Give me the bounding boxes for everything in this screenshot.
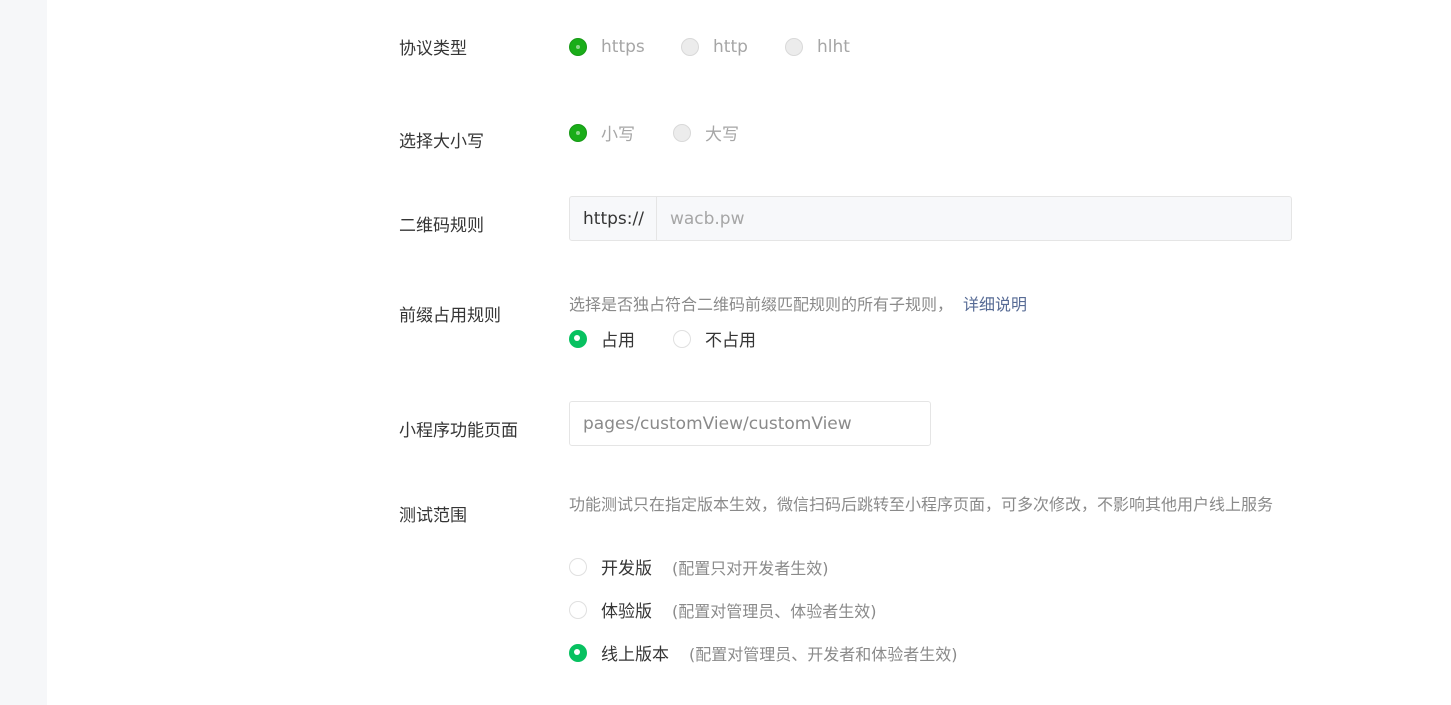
prefix-radio-occupy[interactable]: 占用 [569,326,635,351]
radio-unchecked-icon [681,38,699,56]
protocol-radio-https[interactable]: https [569,37,645,57]
scope-option-note: (配置只对开发者生效) [672,558,829,578]
radio-unchecked-icon [569,557,587,576]
case-radio-lowercase[interactable]: 小写 [569,120,635,145]
miniprogram-page-label: 小程序功能页面 [399,421,518,441]
radio-unchecked-icon [785,38,803,56]
prefix-option-label: 不占用 [705,331,756,351]
prefix-option-label: 占用 [601,331,635,351]
test-scope-description: 功能测试只在指定版本生效，微信扫码后跳转至小程序页面，可多次修改，不影响其他用户… [569,495,1274,514]
scope-option-label: 线上版本 [601,645,669,665]
miniprogram-page-input[interactable]: pages/customView/customView [569,401,931,446]
radio-unchecked-icon [673,123,691,142]
scope-radio-release[interactable]: 线上版本 (配置对管理员、开发者和体验者生效) [569,640,958,665]
case-option-label: 大写 [705,125,739,145]
qr-rule-value: wacb.pw [669,208,745,229]
case-radio-uppercase[interactable]: 大写 [673,120,739,145]
protocol-option-label: hlht [817,37,850,57]
scope-option-label: 开发版 [601,559,652,579]
qr-rule-field: https:// wacb.pw [569,196,1292,241]
scope-option-note: (配置对管理员、开发者和体验者生效) [689,644,958,664]
qr-rule-label: 二维码规则 [399,216,484,236]
radio-checked-icon [569,643,587,662]
prefix-occupy-label: 前缀占用规则 [399,306,501,326]
radio-unchecked-icon [673,329,691,348]
prefix-occupy-description-text: 选择是否独占符合二维码前缀匹配规则的所有子规则， [569,295,954,314]
details-link[interactable]: 详细说明 [963,295,1027,314]
case-select-label: 选择大小写 [399,132,484,152]
test-scope-label: 测试范围 [399,506,467,526]
scope-radio-dev[interactable]: 开发版 (配置只对开发者生效) [569,554,829,579]
radio-checked-icon [569,329,587,348]
radio-checked-icon [569,38,587,56]
protocol-radio-hlht[interactable]: hlht [785,37,850,57]
scope-radio-trial[interactable]: 体验版 (配置对管理员、体验者生效) [569,597,877,622]
qr-rule-prefix: https:// [570,197,657,240]
radio-unchecked-icon [569,600,587,619]
prefix-occupy-description: 选择是否独占符合二维码前缀匹配规则的所有子规则， 详细说明 [569,291,1027,319]
case-option-label: 小写 [601,125,635,145]
scope-option-note: (配置对管理员、体验者生效) [672,601,877,621]
prefix-radio-not-occupy[interactable]: 不占用 [673,326,756,351]
protocol-type-label: 协议类型 [399,39,467,59]
protocol-option-label: http [713,37,748,57]
radio-checked-icon [569,123,587,142]
protocol-radio-http[interactable]: http [681,37,748,57]
scope-option-label: 体验版 [601,602,652,622]
protocol-option-label: https [601,37,645,57]
